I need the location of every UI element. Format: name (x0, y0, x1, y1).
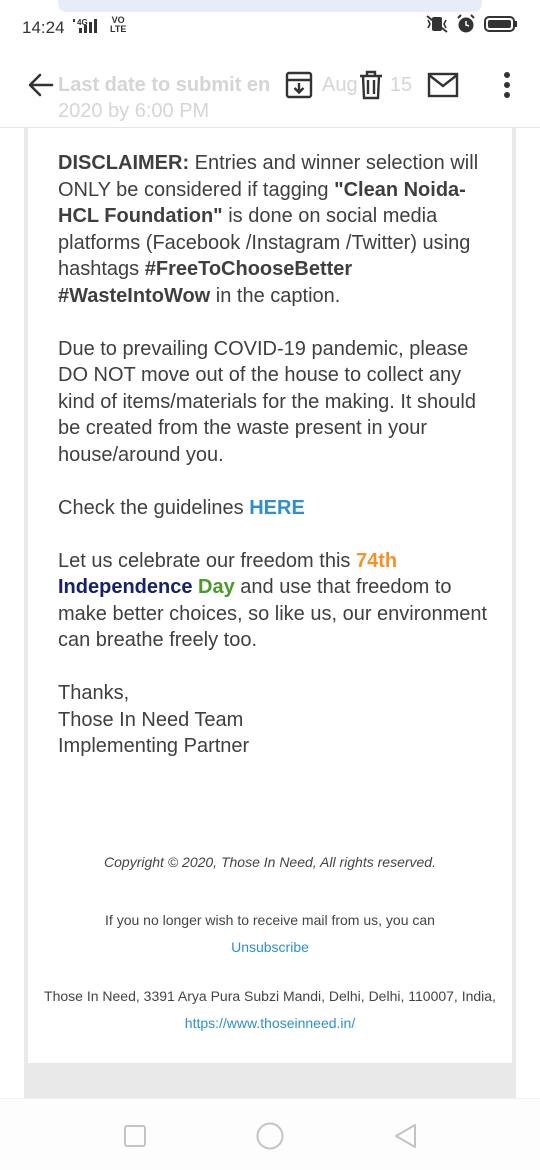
address-section: Those In Need, 3391 Arya Pura Subzi Mand… (28, 983, 512, 1037)
disclaimer-paragraph: DISCLAIMER: Entries and winner selection… (58, 150, 498, 309)
volte-indicator: VO LTE (110, 16, 126, 34)
disclaimer-text-3: in the caption. (210, 284, 341, 307)
archive-button[interactable] (282, 68, 316, 102)
email-card: DISCLAIMER: Entries and winner selection… (28, 128, 512, 1063)
guidelines-link[interactable]: HERE (249, 497, 305, 519)
celebrate-day: Day (198, 576, 235, 598)
email-subject: Last date to submit en August 15 2020 by… (58, 72, 458, 124)
alarm-icon (456, 14, 476, 39)
nav-back-button[interactable] (388, 1119, 422, 1153)
signal-icon: 4G (73, 17, 105, 40)
more-options-button[interactable] (490, 68, 524, 102)
address-text: Those In Need, 3391 Arya Pura Subzi Mand… (44, 988, 496, 1004)
home-button[interactable] (253, 1119, 287, 1153)
email-body: DISCLAIMER: Entries and winner selection… (58, 150, 498, 786)
delete-button[interactable] (354, 68, 388, 102)
subject-line1: Last date to submit en (58, 74, 271, 96)
delete-icon (357, 70, 385, 100)
recents-button[interactable] (118, 1119, 152, 1153)
signature-thanks: Thanks, (58, 682, 130, 704)
celebrate-independence: Independence (58, 576, 193, 598)
nav-back-icon (395, 1124, 416, 1148)
nav-recents-icon (124, 1125, 146, 1147)
celebrate-74th: 74th (355, 549, 398, 572)
system-nav-bar (0, 1098, 540, 1170)
website-link[interactable]: https://www.thoseinneed.in/ (185, 1015, 355, 1031)
signature-role: Implementing Partner (58, 735, 250, 757)
guidelines-paragraph: Check the guidelines HERE (58, 495, 498, 522)
unsubscribe-section: If you no longer wish to receive mail fr… (28, 907, 512, 961)
notification-strip (58, 0, 482, 12)
mail-icon (427, 72, 459, 98)
unsubscribe-link[interactable]: Unsubscribe (231, 939, 309, 955)
status-time: 14:24 (22, 18, 65, 37)
status-bar: 14:24 4G VO LTE (0, 0, 540, 56)
vibrate-icon (426, 15, 448, 38)
celebrate-paragraph: Let us celebrate our freedom this 74th I… (58, 548, 498, 654)
battery-icon (484, 15, 518, 38)
unsubscribe-text: If you no longer wish to receive mail fr… (105, 912, 435, 928)
covid-paragraph: Due to prevailing COVID-19 pandemic, ple… (58, 337, 476, 466)
mark-unread-button[interactable] (426, 68, 460, 102)
back-button[interactable] (26, 70, 56, 100)
signature: Thanks, Those In Need Team Implementing … (58, 680, 498, 760)
subject-line2: 2020 by 6:00 PM (58, 100, 210, 122)
celebrate-text-1: Let us celebrate our freedom this (58, 549, 356, 572)
archive-icon (285, 71, 313, 99)
copyright: Copyright © 2020, Those In Need, All rig… (104, 854, 436, 870)
back-arrow-icon (28, 73, 54, 97)
nav-home-icon (256, 1122, 284, 1150)
email-action-bar: Last date to submit en August 15 2020 by… (0, 56, 540, 128)
signature-team: Those In Need Team (58, 708, 244, 731)
disclaimer-label: DISCLAIMER: (58, 152, 190, 174)
guidelines-text: Check the guidelines (58, 496, 250, 519)
volte-line2: LTE (110, 24, 127, 34)
more-vert-icon (504, 72, 510, 98)
email-body-container: DISCLAIMER: Entries and winner selection… (24, 128, 516, 1098)
